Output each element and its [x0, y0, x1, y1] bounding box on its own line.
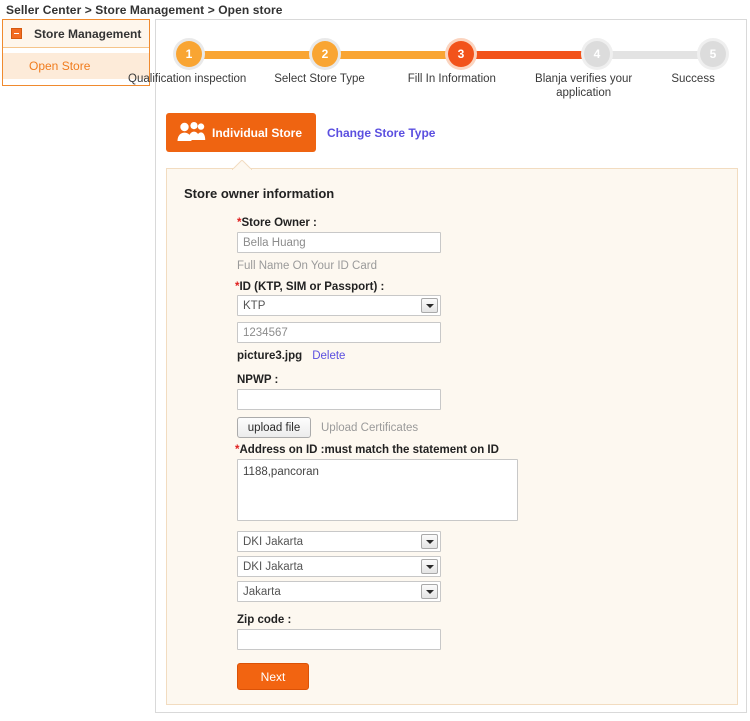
- step-label-2: Select Store Type: [274, 73, 365, 85]
- id-file-row: picture3.jpg Delete: [237, 350, 345, 362]
- store-owner-panel: Store owner information *Store Owner : F…: [166, 160, 738, 705]
- step-label-4: Blanja verifies your application: [535, 73, 633, 99]
- breadcrumb: Seller Center > Store Management > Open …: [6, 3, 283, 17]
- zip-code-input[interactable]: [237, 629, 441, 650]
- npwp-label-text: NPWP :: [237, 374, 279, 386]
- submit-row: Next: [237, 663, 309, 690]
- district-selected-value: Jakarta: [243, 585, 281, 598]
- sidebar-item-label: Open Store: [29, 59, 91, 73]
- field-zip-label: Zip code :: [237, 612, 291, 626]
- zip-code-label-text: Zip code :: [237, 614, 292, 626]
- sidebar-header-label: Store Management: [34, 26, 142, 41]
- npwp-upload-row: upload file Upload Certificates: [237, 417, 418, 438]
- collapse-minus-icon[interactable]: [11, 28, 22, 39]
- people-group-icon: [176, 120, 206, 145]
- step-circle-2[interactable]: 2: [312, 41, 338, 67]
- next-button[interactable]: Next: [237, 663, 309, 690]
- step-connector-4-5: [604, 51, 714, 59]
- district-select[interactable]: Jakarta: [237, 581, 441, 602]
- step-label-1: Qualification inspection: [128, 73, 247, 85]
- city-select[interactable]: DKI Jakarta: [237, 556, 441, 577]
- store-owner-label-text: Store Owner :: [241, 217, 317, 229]
- id-number-input[interactable]: [237, 322, 441, 343]
- store-owner-hint: Full Name On Your ID Card: [237, 260, 377, 272]
- step-label-5: Success: [671, 73, 715, 85]
- change-store-type-link[interactable]: Change Store Type: [327, 126, 435, 140]
- field-address-textarea-wrap: [237, 459, 518, 524]
- field-id-type-select-wrap: KTP: [237, 295, 441, 316]
- address-textarea[interactable]: [237, 459, 518, 521]
- province-select[interactable]: DKI Jakarta: [237, 531, 441, 552]
- id-type-selected-value: KTP: [243, 299, 266, 312]
- field-npwp-input-wrap: [237, 389, 441, 410]
- step-label-3: Fill In Information: [407, 73, 496, 85]
- address-label-text: Address on ID :must match the statement …: [239, 444, 499, 456]
- panel-title: Store owner information: [184, 186, 335, 201]
- step-circle-5[interactable]: 5: [700, 41, 726, 67]
- id-type-label-text: ID (KTP, SIM or Passport) :: [239, 281, 385, 293]
- field-district-wrap: Jakarta: [237, 581, 441, 602]
- tab-individual-store-label: Individual Store: [212, 125, 303, 140]
- field-province-wrap: DKI Jakarta: [237, 531, 441, 552]
- npwp-input[interactable]: [237, 389, 441, 410]
- chevron-down-icon[interactable]: [421, 559, 438, 574]
- upload-certificates-hint: Upload Certificates: [321, 421, 419, 434]
- id-file-name: picture3.jpg: [237, 350, 303, 362]
- step-circle-3[interactable]: 3: [448, 41, 474, 67]
- chevron-down-icon[interactable]: [421, 534, 438, 549]
- tab-individual-store[interactable]: Individual Store: [166, 113, 316, 152]
- field-city-wrap: DKI Jakarta: [237, 556, 441, 577]
- sidebar-header[interactable]: Store Management: [3, 20, 149, 48]
- progress-stepper: 1 2 3 4 5: [170, 41, 732, 69]
- city-selected-value: DKI Jakarta: [243, 560, 304, 573]
- page-body: Store Management Open Store 1 2 3 4 5 Qu…: [0, 19, 750, 721]
- chevron-down-icon[interactable]: [421, 584, 438, 599]
- field-store-owner-input-wrap: [237, 232, 441, 253]
- store-owner-input[interactable]: [237, 232, 441, 253]
- field-address-label: *Address on ID :must match the statement…: [235, 442, 499, 456]
- step-circle-4[interactable]: 4: [584, 41, 610, 67]
- field-store-owner-label: *Store Owner :: [237, 215, 317, 229]
- panel-arrow-notch: [232, 160, 252, 170]
- field-npwp-label: NPWP :: [237, 372, 278, 386]
- delete-file-link[interactable]: Delete: [312, 350, 345, 362]
- stepper-labels: Qualification inspection Select Store Ty…: [128, 72, 732, 100]
- field-zip-input-wrap: [237, 629, 441, 650]
- step-circle-1[interactable]: 1: [176, 41, 202, 67]
- chevron-down-icon[interactable]: [421, 298, 438, 313]
- field-id-type-label: *ID (KTP, SIM or Passport) :: [235, 279, 384, 293]
- field-id-number-wrap: [237, 322, 441, 343]
- id-type-select[interactable]: KTP: [237, 295, 441, 316]
- store-type-row: Individual Store Change Store Type: [166, 113, 435, 152]
- province-selected-value: DKI Jakarta: [243, 535, 304, 548]
- upload-file-button[interactable]: upload file: [237, 417, 311, 438]
- content-container: 1 2 3 4 5 Qualification inspection Selec…: [128, 19, 747, 713]
